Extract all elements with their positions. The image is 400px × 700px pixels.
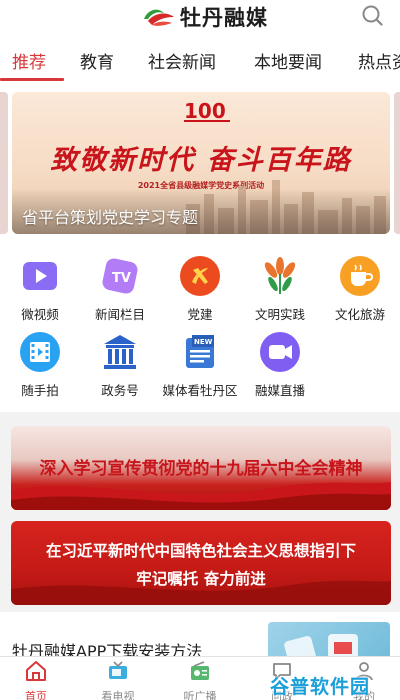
promo-banner-new-era-thought[interactable]: 在习近平新时代中国特色社会主义思想指引下 牢记嘱托 奋力前进 <box>11 521 391 605</box>
banner-slide[interactable]: 100 致敬新时代 奋斗百年路 2021全省县级融媒学党史系列活动 省平台策划党… <box>12 92 390 234</box>
centenary-emblem-icon: 100 <box>182 98 234 124</box>
grid-label: 融媒直播 <box>254 383 305 398</box>
grid-item-culture-tourism[interactable]: 文化旅游 <box>320 254 400 323</box>
grid-item-snapshot[interactable]: 随手拍 <box>0 330 80 399</box>
tv-icon: TV <box>98 254 142 298</box>
feature-grid: 微视频 TV 新闻栏目 党建 文明实践 文化旅游 随手拍 政务号 NEW 媒体看… <box>0 240 400 412</box>
grid-item-civilization-practice[interactable]: 文明实践 <box>240 254 320 323</box>
svg-text:NEW: NEW <box>194 338 213 346</box>
home-icon <box>26 661 46 681</box>
tab-recommend[interactable]: 推荐 <box>12 48 46 73</box>
grid-label: 媒体看牡丹区 <box>162 383 238 398</box>
nav-label: 听广播 <box>183 690 217 700</box>
grid-label: 随手拍 <box>21 383 59 398</box>
category-tabs: 推荐 教育 社会新闻 本地要闻 热点资 <box>0 34 400 82</box>
peony-icon <box>258 254 302 298</box>
film-icon <box>18 330 62 374</box>
party-emblem-icon <box>178 254 222 298</box>
search-icon <box>362 5 383 26</box>
grid-label: 党建 <box>187 307 213 322</box>
peony-logo-icon <box>142 5 176 29</box>
site-watermark: 谷普软件园 <box>270 672 370 698</box>
nav-label: 看电视 <box>101 690 135 700</box>
tab-education[interactable]: 教育 <box>80 48 114 73</box>
newspaper-icon: NEW <box>178 330 222 374</box>
promo1-text: 深入学习宣传贯彻党的十九届六中全会精神 <box>39 459 363 479</box>
grid-item-micro-video[interactable]: 微视频 <box>0 254 80 323</box>
live-camera-icon <box>258 330 302 374</box>
banner-next-peek[interactable] <box>394 92 400 234</box>
promo2-line2: 牢记嘱托 奋力前进 <box>136 570 266 588</box>
promo-banner-plenary-session[interactable]: 深入学习宣传贯彻党的十九届六中全会精神 <box>11 426 391 510</box>
grid-label: 文化旅游 <box>334 307 385 322</box>
grid-label: 政务号 <box>101 383 139 398</box>
grid-item-government-account[interactable]: 政务号 <box>80 330 160 399</box>
radio-icon <box>191 661 209 680</box>
search-button[interactable] <box>360 3 386 29</box>
tv-icon <box>109 661 127 679</box>
banner-prev-peek[interactable] <box>0 92 8 234</box>
grid-item-media-view-mudan[interactable]: NEW 媒体看牡丹区 <box>160 330 240 399</box>
tab-local-news[interactable]: 本地要闻 <box>254 48 322 73</box>
active-tab-indicator <box>0 78 64 81</box>
tab-hot-news[interactable]: 热点资 <box>358 48 400 73</box>
video-icon <box>18 254 62 298</box>
app-header: 牡丹融媒 <box>0 0 400 34</box>
grid-item-news-column[interactable]: TV 新闻栏目 <box>80 254 160 323</box>
grid-label: 微视频 <box>21 307 59 322</box>
app-name: 牡丹融媒 <box>180 6 268 30</box>
promo2-line1: 在习近平新时代中国特色社会主义思想指引下 <box>45 542 356 560</box>
emblem-number: 100 <box>184 99 226 123</box>
article-thumbnail <box>268 622 390 656</box>
app-logo: 牡丹融媒 <box>142 2 268 32</box>
nav-watch-tv[interactable]: 看电视 <box>88 659 148 700</box>
grid-label: 文明实践 <box>254 307 305 322</box>
nav-home[interactable]: 首页 <box>6 659 66 700</box>
grid-item-live-broadcast[interactable]: 融媒直播 <box>240 330 320 399</box>
svg-text:TV: TV <box>112 271 131 286</box>
article-title: 牡丹融媒APP下载安装方法 <box>12 642 203 656</box>
watermark-text: 谷普软件园 <box>270 675 371 698</box>
banner-carousel-area: 100 致敬新时代 奋斗百年路 2021全省县级融媒学党史系列活动 省平台策划党… <box>0 82 400 240</box>
banner-slogan: 致敬新时代 奋斗百年路 <box>50 145 352 176</box>
red-ribbon-decoration <box>11 482 391 510</box>
government-building-icon <box>98 330 142 374</box>
nav-listen-radio[interactable]: 听广播 <box>170 659 230 700</box>
tab-society-news[interactable]: 社会新闻 <box>148 48 216 73</box>
coffee-cup-icon <box>338 254 382 298</box>
banner-caption: 省平台策划党史学习专题 <box>22 208 199 227</box>
nav-label: 首页 <box>25 690 47 700</box>
grid-item-party-building[interactable]: 党建 <box>160 254 240 323</box>
grid-label: 新闻栏目 <box>94 307 145 322</box>
news-list-item[interactable]: 牡丹融媒APP下载安装方法 <box>0 612 400 656</box>
